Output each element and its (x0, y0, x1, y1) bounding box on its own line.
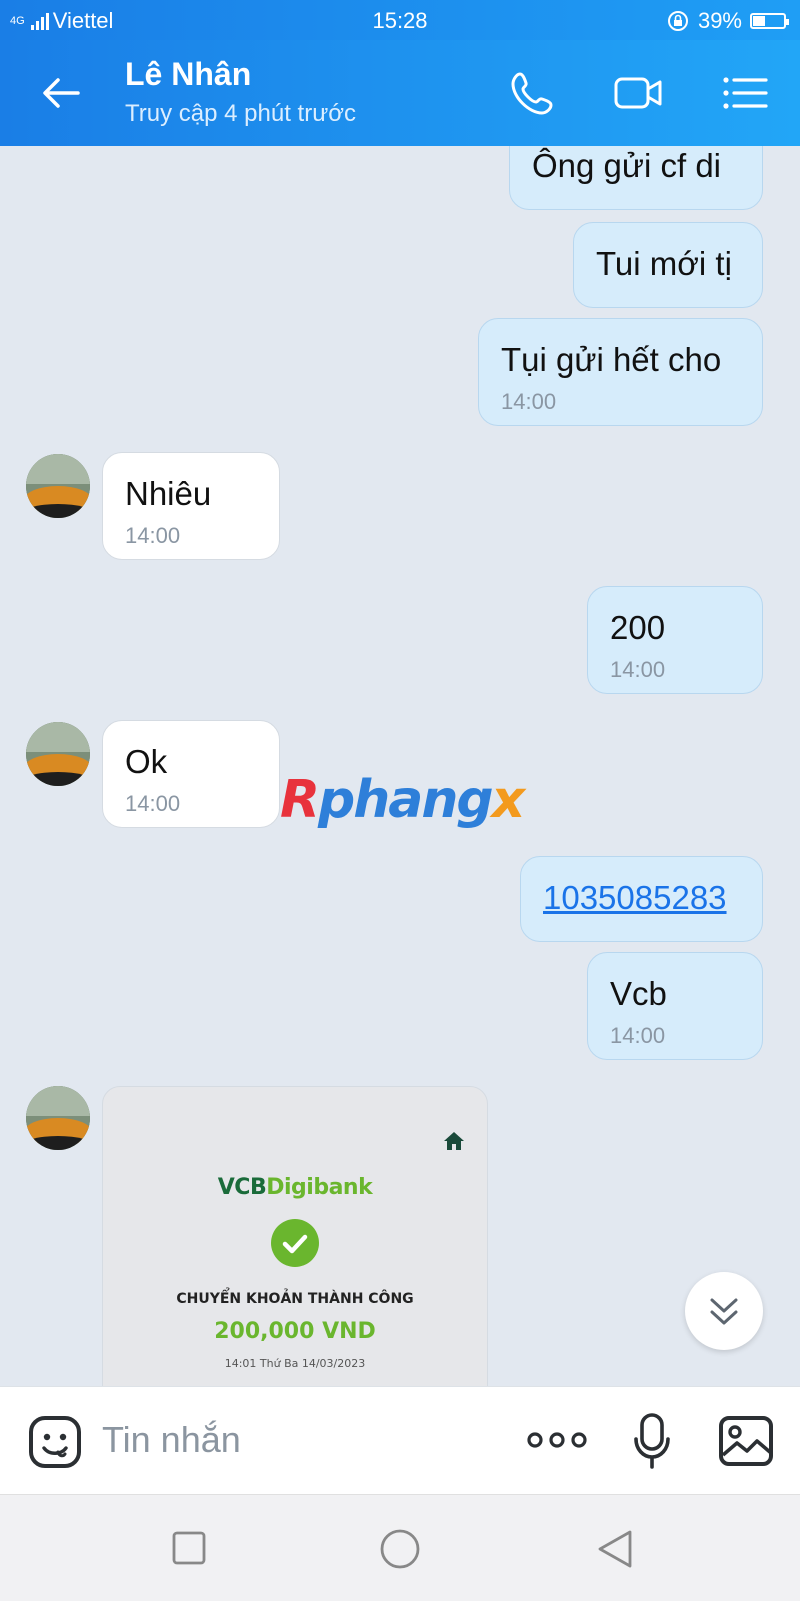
transfer-amount: 200,000 VND (214, 1319, 376, 1344)
status-bar: 4G Viettel 15:28 39% (0, 0, 800, 40)
recent-apps-icon[interactable] (172, 1531, 206, 1565)
message-text: Nhiêu (125, 475, 212, 512)
message-text: Ông gửi cf di (532, 147, 722, 184)
message-bubble-out[interactable]: Tui mới tị (573, 222, 763, 308)
sticker-emoji-icon[interactable] (28, 1415, 82, 1469)
transfer-datetime: 14:01 Thứ Ba 14/03/2023 (224, 1357, 366, 1370)
message-bubble-in[interactable]: Ok 14:00 (102, 720, 280, 828)
avatar[interactable] (26, 1086, 90, 1150)
message-bubble-out[interactable]: Tụi gửi hết cho 14:00 (478, 318, 763, 426)
more-options-icon[interactable] (526, 1425, 588, 1455)
battery-percent: 39% (697, 8, 742, 33)
message-text: Tui mới tị (596, 245, 732, 282)
message-bubble-out[interactable]: Vcb 14:00 (587, 952, 763, 1060)
chat-header: Lê Nhân Truy cập 4 phút trước (0, 40, 800, 146)
message-list[interactable]: Ông gửi cf di Tui mới tị Tụi gửi hết cho… (0, 146, 800, 1386)
avatar[interactable] (26, 722, 90, 786)
message-time: 14:00 (125, 791, 181, 816)
transfer-receipt-image[interactable]: VCBDigibank CHUYỂN KHOẢN THÀNH CÔNG 200,… (102, 1086, 488, 1386)
message-time: 14:00 (610, 1023, 666, 1048)
message-text: 200 (610, 609, 666, 646)
avatar[interactable] (26, 454, 90, 518)
menu-list-icon[interactable] (720, 68, 772, 118)
contact-name[interactable]: Lê Nhân (125, 56, 251, 93)
image-gallery-icon[interactable] (718, 1415, 774, 1467)
message-time: 14:00 (610, 657, 666, 682)
battery-icon (750, 13, 789, 29)
bank-brand: VCBDigibank (217, 1175, 373, 1200)
microphone-icon[interactable] (632, 1411, 672, 1471)
success-check-icon (271, 1219, 319, 1267)
rotation-lock-icon (667, 11, 688, 31)
phone-call-icon[interactable] (508, 68, 560, 118)
message-bubble-in[interactable]: Nhiêu 14:00 (102, 452, 280, 560)
message-input[interactable]: Tin nhắn (102, 1419, 241, 1461)
video-call-icon[interactable] (612, 68, 664, 118)
message-text: Vcb (610, 975, 667, 1012)
status-right: 39% (666, 8, 789, 34)
back-arrow-icon[interactable] (38, 70, 84, 116)
message-text: Ok (125, 743, 168, 780)
message-text: Tụi gửi hết cho (501, 341, 722, 378)
message-time: 14:00 (125, 523, 181, 548)
scroll-to-bottom-button[interactable] (685, 1272, 763, 1350)
message-bubble-out[interactable]: 200 14:00 (587, 586, 763, 694)
message-bubble-out[interactable]: Ông gửi cf di (509, 146, 763, 210)
message-time: 14:00 (501, 389, 557, 414)
back-button-icon[interactable] (596, 1529, 634, 1569)
double-chevron-down-icon (710, 1298, 738, 1325)
message-bubble-out[interactable]: 1035085283 (520, 856, 763, 942)
home-icon (444, 1132, 464, 1150)
last-seen-status: Truy cập 4 phút trước (125, 100, 356, 127)
transfer-status: CHUYỂN KHOẢN THÀNH CÔNG (176, 1291, 414, 1307)
account-number-link[interactable]: 1035085283 (543, 879, 762, 917)
watermark-logo: Rphangx (280, 770, 525, 830)
system-navigation-bar (0, 1494, 800, 1601)
message-input-bar: Tin nhắn (0, 1386, 800, 1495)
home-button-icon[interactable] (380, 1529, 420, 1569)
